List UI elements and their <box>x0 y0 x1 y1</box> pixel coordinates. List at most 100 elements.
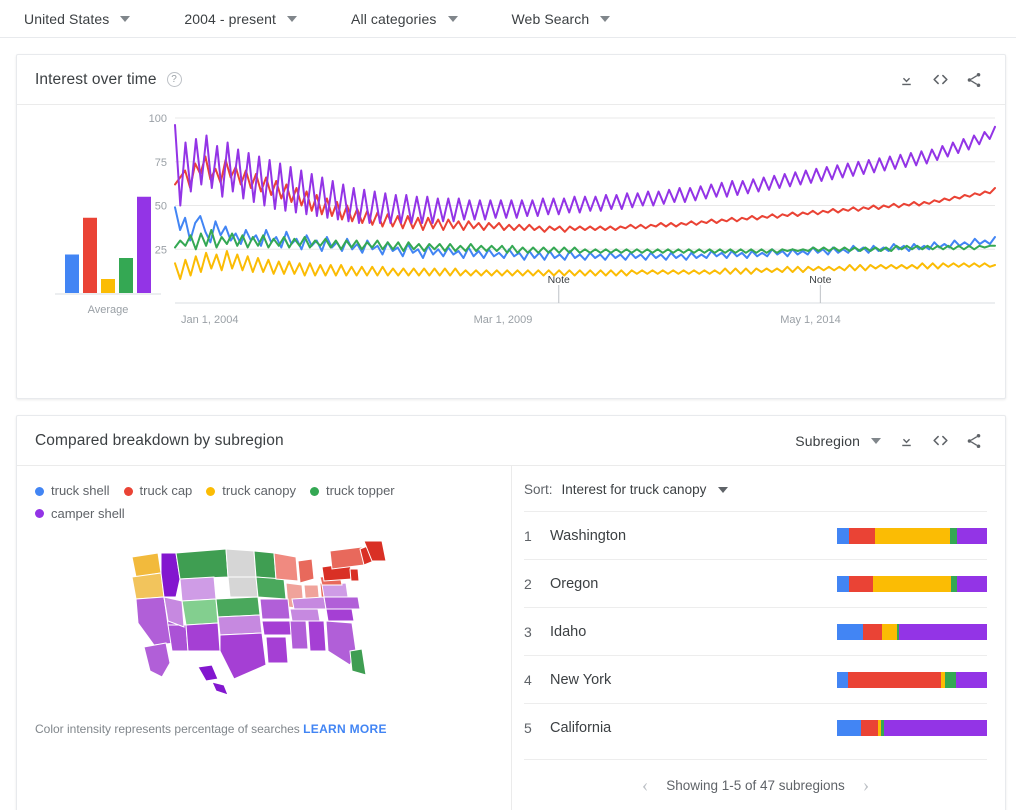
download-icon[interactable] <box>891 426 921 456</box>
state-north-dakota <box>226 549 256 577</box>
state-south-carolina <box>326 609 354 621</box>
y-axis-tick: 100 <box>149 113 167 125</box>
filter-bar: United States 2004 - present All categor… <box>0 0 1016 38</box>
trend-line-chart: 255075100Jan 1, 2004Mar 1, 2009May 1, 20… <box>17 105 1003 395</box>
embed-code-icon[interactable] <box>925 65 955 95</box>
legend-color-dot <box>35 509 44 518</box>
region-rank: 5 <box>524 720 550 736</box>
share-segment <box>837 528 849 544</box>
embed-code-icon[interactable] <box>925 426 955 456</box>
state-kentucky <box>292 597 326 609</box>
state-tennessee <box>290 609 320 621</box>
legend-item-camper-shell[interactable]: camper shell <box>35 503 125 525</box>
note-annotation[interactable]: Note <box>548 274 570 286</box>
state-missouri <box>260 599 290 619</box>
series-line-camper-shell <box>175 125 995 223</box>
breakdown-body: truck shell truck cap truck canopy truck to… <box>17 466 1005 810</box>
legend-item-truck-cap[interactable]: truck cap <box>124 480 193 502</box>
legend-item-truck-topper[interactable]: truck topper <box>310 480 395 502</box>
filter-category[interactable]: All categories <box>351 11 457 27</box>
chevron-down-icon[interactable] <box>718 487 728 493</box>
region-rank: 4 <box>524 672 550 688</box>
share-segment <box>899 624 988 640</box>
sort-label: Sort: <box>524 482 553 497</box>
share-icon[interactable] <box>959 426 989 456</box>
table-row[interactable]: 2Oregon <box>524 559 987 607</box>
region-name: Washington <box>550 528 626 544</box>
table-row[interactable]: 1Washington <box>524 511 987 559</box>
next-page-button[interactable]: › <box>845 775 887 797</box>
share-segment <box>849 576 873 592</box>
map-container[interactable] <box>17 525 511 704</box>
state-new-jersey <box>350 569 359 581</box>
region-name: Oregon <box>550 576 598 592</box>
filter-time[interactable]: 2004 - present <box>184 11 297 27</box>
state-wisconsin <box>274 553 298 581</box>
legend-label: truck cap <box>140 480 193 502</box>
share-segment <box>837 624 863 640</box>
region-rank: 1 <box>524 528 550 544</box>
map-pane: truck shell truck cap truck canopy truck to… <box>17 466 512 810</box>
average-bar-truck-canopy <box>101 279 115 293</box>
share-segment <box>956 672 988 688</box>
table-row[interactable]: 5California <box>524 703 987 751</box>
sort-control[interactable]: Sort: Interest for truck canopy <box>524 478 987 511</box>
legend-color-dot <box>124 487 133 496</box>
state-kansas <box>218 615 262 635</box>
region-list-pane: Sort: Interest for truck canopy 1Washing… <box>512 466 1005 810</box>
state-alaska <box>144 643 170 677</box>
learn-more-link[interactable]: LEARN MORE <box>303 722 387 736</box>
table-row[interactable]: 3Idaho <box>524 607 987 655</box>
share-segment <box>957 528 987 544</box>
granularity-selector[interactable]: Subregion <box>795 433 881 449</box>
legend-label: truck canopy <box>222 480 296 502</box>
region-share-bar <box>837 624 987 640</box>
state-hawaii-2 <box>212 682 228 695</box>
share-segment <box>849 528 875 544</box>
breakdown-title: Compared breakdown by subregion <box>35 432 284 450</box>
filter-search-type-label: Web Search <box>512 11 590 27</box>
us-choropleth-map[interactable] <box>114 539 414 704</box>
region-list: 1Washington2Oregon3Idaho4New York5Califo… <box>524 511 987 751</box>
share-segment <box>861 720 878 736</box>
state-mississippi <box>290 621 308 649</box>
note-annotation[interactable]: Note <box>809 274 831 286</box>
share-icon[interactable] <box>959 65 989 95</box>
granularity-label: Subregion <box>795 433 860 449</box>
region-name: New York <box>550 672 611 688</box>
interest-over-time-chart[interactable]: 255075100Jan 1, 2004Mar 1, 2009May 1, 20… <box>17 105 1005 397</box>
x-axis-tick: May 1, 2014 <box>780 314 841 326</box>
download-icon[interactable] <box>891 65 921 95</box>
share-segment <box>884 720 988 736</box>
chevron-down-icon <box>600 16 610 22</box>
interest-over-time-card: Interest over time ? 255075100Jan 1, 200… <box>16 54 1006 399</box>
sort-value[interactable]: Interest for truck canopy <box>562 482 707 497</box>
legend-color-dot <box>35 487 44 496</box>
term-legend: truck shell truck cap truck canopy truck to… <box>17 480 437 525</box>
state-wyoming <box>180 577 216 601</box>
region-share-bar <box>837 720 987 736</box>
filter-search-type[interactable]: Web Search <box>512 11 611 27</box>
legend-label: camper shell <box>51 503 125 525</box>
legend-item-truck-canopy[interactable]: truck canopy <box>206 480 296 502</box>
chevron-down-icon <box>448 16 458 22</box>
region-name: California <box>550 720 611 736</box>
map-caption: Color intensity represents percentage of… <box>17 704 511 752</box>
chevron-down-icon <box>287 16 297 22</box>
legend-label: truck shell <box>51 480 110 502</box>
share-segment <box>945 672 956 688</box>
filter-category-label: All categories <box>351 11 436 27</box>
filter-time-label: 2004 - present <box>184 11 276 27</box>
chevron-down-icon <box>120 16 130 22</box>
pagination-status: Showing 1-5 of 47 subregions <box>666 778 845 793</box>
legend-item-truck-shell[interactable]: truck shell <box>35 480 110 502</box>
filter-region[interactable]: United States <box>24 11 130 27</box>
share-segment <box>873 576 951 592</box>
share-segment <box>848 672 941 688</box>
share-segment <box>950 528 958 544</box>
state-iowa <box>256 577 286 599</box>
help-icon[interactable]: ? <box>167 72 182 87</box>
prev-page-button[interactable]: ‹ <box>624 775 666 797</box>
share-segment <box>863 624 883 640</box>
table-row[interactable]: 4New York <box>524 655 987 703</box>
